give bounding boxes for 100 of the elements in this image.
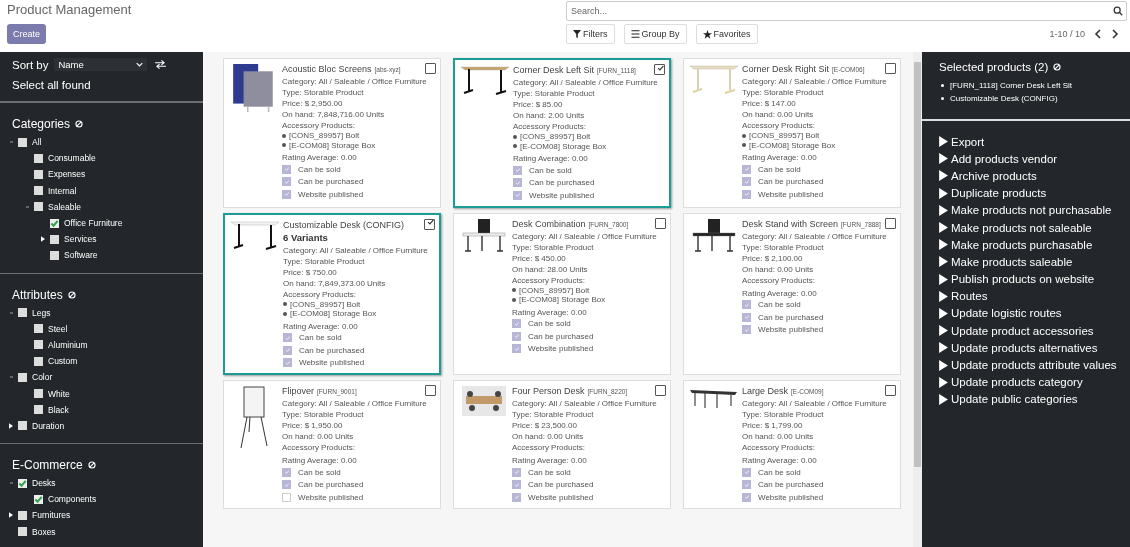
category-text: Category: All / Saleable / Office Furniture xyxy=(282,398,428,409)
action-item[interactable]: Update product accessories xyxy=(939,322,1130,340)
product-card[interactable] xyxy=(223,212,441,375)
checkbox[interactable] xyxy=(18,308,27,318)
clear-icon[interactable] xyxy=(67,290,76,299)
product-name[interactable]: Customizable Desk (CONFIG) xyxy=(283,219,405,230)
action-item[interactable]: Make products not purchasable xyxy=(939,201,1130,219)
action-item[interactable]: Duplicate products xyxy=(939,184,1130,202)
filter-button[interactable]: Favorites xyxy=(695,24,758,44)
collapse-mark-icon[interactable] xyxy=(9,141,13,144)
select-checkbox[interactable] xyxy=(425,63,436,74)
filter-option[interactable]: Saleable xyxy=(48,201,82,212)
checkbox[interactable] xyxy=(34,169,43,179)
select-checkbox[interactable] xyxy=(655,217,666,229)
checkbox[interactable] xyxy=(34,202,43,212)
next-icon[interactable] xyxy=(1111,29,1119,39)
category-text: Category: All / Saleable / Office Furniture xyxy=(742,230,888,242)
filter-icon xyxy=(573,30,581,38)
checkbox[interactable] xyxy=(18,510,27,520)
flag-label: Website published xyxy=(298,189,364,199)
filter-option[interactable]: Duration xyxy=(32,420,65,431)
action-item[interactable]: Update logistic routes xyxy=(939,304,1130,323)
filter-option[interactable]: Color xyxy=(32,372,53,383)
checkbox[interactable] xyxy=(18,137,27,147)
filter-option[interactable]: Furnitures xyxy=(32,510,71,521)
sort-dropdown[interactable]: Name xyxy=(54,58,148,71)
filter-option[interactable]: Desks xyxy=(32,478,56,489)
filter-option[interactable]: White xyxy=(48,388,70,399)
action-item[interactable]: Archive products xyxy=(939,167,1130,185)
swap-icon[interactable] xyxy=(155,60,167,69)
filter-option[interactable]: Custom xyxy=(48,356,78,367)
checkbox[interactable] xyxy=(18,478,27,488)
filter-option[interactable]: Boxes xyxy=(32,526,56,537)
triangle-icon xyxy=(939,325,948,337)
filter-option[interactable]: Consumable xyxy=(48,153,96,164)
select-checkbox[interactable] xyxy=(885,63,896,74)
checkbox[interactable] xyxy=(34,389,43,399)
action-item[interactable]: Publish products on website xyxy=(939,270,1130,288)
expand-arrow-icon[interactable] xyxy=(9,422,13,429)
checkbox[interactable] xyxy=(34,356,43,366)
select-checkbox[interactable] xyxy=(654,64,665,75)
action-item[interactable]: Make products not saleable xyxy=(939,218,1130,237)
filter-option[interactable]: Services xyxy=(64,234,97,245)
select-checkbox[interactable] xyxy=(424,218,435,230)
checkbox[interactable] xyxy=(18,372,27,382)
filter-button[interactable]: Group By xyxy=(623,24,687,44)
create-button[interactable]: Create xyxy=(7,24,46,44)
filter-option[interactable]: All xyxy=(32,137,42,148)
checkbox[interactable] xyxy=(50,218,59,228)
action-item[interactable]: Add products vendor xyxy=(939,150,1130,168)
checkbox[interactable] xyxy=(50,250,59,260)
select-checkbox[interactable] xyxy=(655,385,666,396)
action-item[interactable]: Export xyxy=(939,133,1130,151)
collapse-mark-icon[interactable] xyxy=(25,205,29,208)
checkbox[interactable] xyxy=(34,405,43,415)
select-checkbox[interactable] xyxy=(425,385,436,396)
action-item[interactable]: Make products purchasable xyxy=(939,236,1130,254)
checkbox[interactable] xyxy=(18,421,27,431)
category-text: Category: All / Saleable / Office Furniture xyxy=(282,76,428,87)
select-checkbox[interactable] xyxy=(885,217,896,229)
collapse-mark-icon[interactable] xyxy=(9,311,13,314)
select-checkbox[interactable] xyxy=(885,385,896,396)
filter-option[interactable]: Legs xyxy=(32,307,51,318)
filter-option[interactable]: Components xyxy=(48,494,97,505)
scrollbar[interactable] xyxy=(913,52,922,547)
filter-option[interactable]: Software xyxy=(64,250,98,261)
search-field[interactable]: Search... xyxy=(566,1,1127,21)
triangle-icon xyxy=(939,153,948,165)
action-item[interactable]: Update products alternatives xyxy=(939,339,1130,357)
filter-option[interactable]: Aluminium xyxy=(48,339,88,350)
select-all-link[interactable]: Select all found xyxy=(12,79,191,91)
product-card[interactable] xyxy=(453,58,671,208)
checkbox[interactable] xyxy=(34,153,43,163)
previous-icon[interactable] xyxy=(1094,29,1102,39)
action-item[interactable]: Routes xyxy=(939,287,1130,305)
clear-icon[interactable] xyxy=(87,461,96,469)
checkbox[interactable] xyxy=(34,324,43,334)
checkbox[interactable] xyxy=(50,234,59,244)
checkbox[interactable] xyxy=(34,494,43,504)
filter-option[interactable]: Steel xyxy=(48,323,68,334)
checkbox[interactable] xyxy=(18,527,27,537)
action-item[interactable]: Update products attribute values xyxy=(939,356,1130,374)
filter-option[interactable]: Office Furniture xyxy=(64,218,123,229)
expand-arrow-icon[interactable] xyxy=(9,512,13,519)
filter-option[interactable]: Internal xyxy=(48,185,77,196)
action-item[interactable]: Make products saleable xyxy=(939,253,1130,271)
clear-icon[interactable] xyxy=(1053,63,1062,71)
expand-arrow-icon[interactable] xyxy=(41,236,45,243)
filter-option[interactable]: Black xyxy=(48,404,69,415)
collapse-mark-icon[interactable] xyxy=(9,482,13,485)
flag-label: Can be sold xyxy=(528,467,571,477)
filter-option[interactable]: Expenses xyxy=(48,169,86,180)
action-item[interactable]: Update products category xyxy=(939,373,1130,391)
action-item[interactable]: Update public categories xyxy=(939,390,1130,408)
filter-button[interactable]: Filters xyxy=(566,24,615,44)
clear-icon[interactable] xyxy=(75,120,84,128)
checkbox[interactable] xyxy=(34,340,43,350)
checkbox[interactable] xyxy=(34,186,43,196)
on-hand-text: On hand: 0.00 Units xyxy=(512,431,585,442)
collapse-mark-icon[interactable] xyxy=(9,376,13,379)
